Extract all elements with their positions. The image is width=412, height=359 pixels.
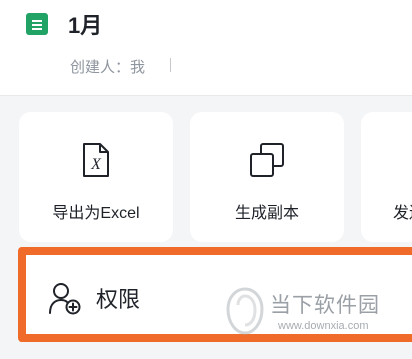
make-copy-button[interactable]: 生成副本 (190, 112, 344, 242)
document-header: 1月 创建人：我 (0, 0, 412, 96)
permission-label: 权限 (96, 287, 141, 312)
excel-file-icon: X (83, 143, 109, 177)
watermark-url: www.downxia.com (278, 320, 369, 332)
send-button[interactable]: 发送 (361, 112, 412, 242)
watermark-logo-icon (226, 287, 264, 335)
svg-text:X: X (90, 156, 102, 173)
copy-icon (250, 143, 284, 177)
watermark-name: 当下软件园 (270, 294, 380, 317)
make-copy-label: 生成副本 (234, 205, 299, 222)
export-excel-button[interactable]: X 导出为Excel (19, 112, 173, 242)
divider (170, 58, 171, 72)
user-add-icon (49, 283, 81, 315)
sheet-icon (26, 13, 48, 35)
creator-label: 创建人：我 (70, 59, 146, 76)
document-title: 1月 (68, 13, 103, 38)
send-label: 发送 (393, 205, 412, 222)
export-excel-label: 导出为Excel (52, 205, 140, 222)
